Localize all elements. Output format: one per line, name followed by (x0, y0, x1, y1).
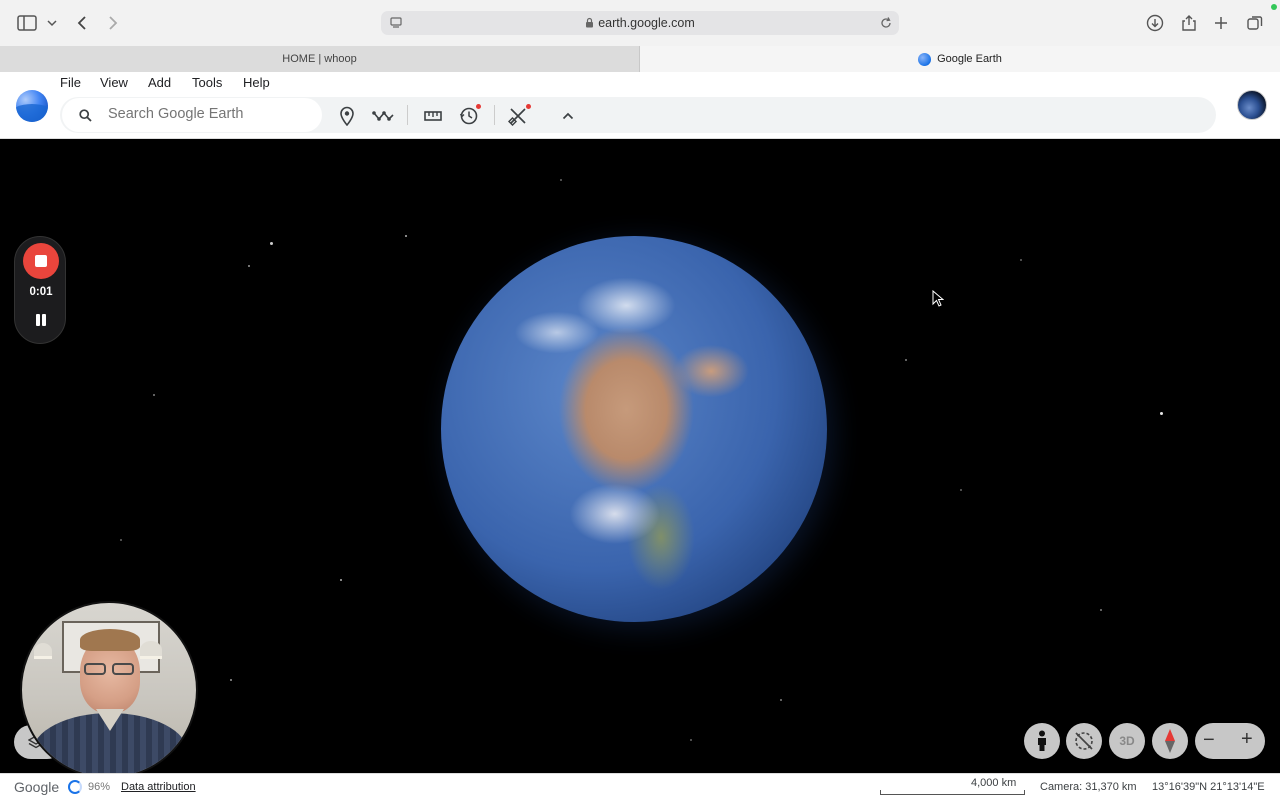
notification-dot (526, 104, 531, 109)
zoom-out-button[interactable]: − (1203, 729, 1215, 752)
notification-dot (476, 104, 481, 109)
hair (80, 629, 140, 651)
divider (407, 105, 408, 125)
address-bar[interactable]: earth.google.com (381, 11, 899, 35)
reset-tilt-button[interactable] (1066, 723, 1102, 759)
menu-file[interactable]: File (60, 75, 81, 90)
menu-tools[interactable]: Tools (192, 75, 222, 90)
chevron-down-icon[interactable] (40, 11, 64, 35)
search-input[interactable] (108, 106, 308, 122)
google-logo: Google (14, 779, 60, 795)
avatar[interactable] (1237, 90, 1267, 120)
star (905, 359, 907, 361)
lock-icon (585, 17, 594, 28)
mouse-cursor-icon (932, 290, 944, 307)
recording-time: 0:01 (29, 286, 53, 298)
earth-globe[interactable] (441, 236, 827, 622)
tab-overview-icon[interactable] (1243, 11, 1267, 35)
earth-header: File View Add Tools Help (0, 72, 1280, 139)
zoom-in-button[interactable]: + (1241, 728, 1253, 751)
zoom-controls: − + (1195, 723, 1265, 759)
scale-label: 4,000 km (971, 777, 1017, 789)
screen-recorder-widget: 0:01 (14, 236, 66, 344)
google-earth-logo-icon[interactable] (16, 90, 48, 122)
new-tab-icon[interactable] (1209, 11, 1233, 35)
draw-path-icon[interactable] (372, 105, 394, 127)
loading-spinner-icon (68, 780, 82, 794)
toggle-3d-button[interactable]: 3D (1109, 723, 1145, 759)
tab-label: Google Earth (937, 53, 1002, 65)
search-icon (79, 109, 92, 122)
star (1020, 259, 1022, 261)
url-text: earth.google.com (381, 16, 899, 30)
compass-icon (1163, 728, 1177, 754)
pegman-icon (1035, 730, 1049, 752)
collapse-chevron-icon[interactable] (557, 105, 579, 127)
camera-altitude: Camera: 31,370 km (1040, 781, 1137, 793)
star (230, 679, 232, 681)
projects-tools-icon[interactable] (507, 105, 529, 127)
tab-home-whoop[interactable]: HOME | whoop (0, 46, 654, 72)
add-placemark-icon[interactable] (336, 105, 358, 127)
star (780, 699, 782, 701)
toggle-3d-label: 3D (1119, 734, 1135, 748)
downloads-icon[interactable] (1143, 11, 1167, 35)
star (960, 489, 962, 491)
reload-icon[interactable] (879, 16, 893, 30)
glasses-left (84, 663, 106, 675)
compass-button[interactable] (1152, 723, 1188, 759)
star (560, 179, 562, 181)
data-attribution-link[interactable]: Data attribution (121, 781, 196, 793)
divider (494, 105, 495, 125)
cursor-coordinates: 13°16'39"N 21°13'14"E (1152, 781, 1265, 793)
star (120, 539, 122, 541)
lamp-shade (140, 641, 162, 659)
star (340, 579, 342, 581)
tab-label: HOME | whoop (282, 53, 357, 65)
tab-google-earth[interactable]: Google Earth (640, 46, 1280, 72)
stop-recording-button[interactable] (23, 243, 59, 279)
tab-bar: HOME | whoop Google Earth (0, 46, 1280, 72)
url-value: earth.google.com (598, 16, 695, 30)
scale-bar (880, 790, 1025, 795)
lamp-shade (34, 643, 52, 659)
star (405, 235, 407, 237)
forward-icon[interactable] (101, 11, 125, 35)
star (1100, 609, 1102, 611)
star (1160, 412, 1163, 415)
status-dot (1271, 4, 1277, 10)
star (270, 242, 273, 245)
share-icon[interactable] (1177, 11, 1201, 35)
star (248, 265, 250, 267)
pegman-button[interactable] (1024, 723, 1060, 759)
earth-toolbar (60, 97, 1216, 133)
google-earth-favicon-icon (918, 52, 932, 66)
star (153, 394, 155, 396)
star (690, 739, 692, 741)
webcam-overlay (20, 601, 198, 779)
compass-off-icon (1072, 729, 1096, 753)
menu-add[interactable]: Add (148, 75, 171, 90)
pause-recording-button[interactable] (34, 313, 48, 327)
sidebar-toggle-icon[interactable] (15, 11, 39, 35)
loading-percent: 96% (88, 781, 111, 793)
measure-icon[interactable] (422, 105, 444, 127)
menu-view[interactable]: View (100, 75, 128, 90)
back-icon[interactable] (70, 11, 94, 35)
status-bar: Google 96% Data attribution 4,000 km Cam… (0, 773, 1280, 800)
search-box[interactable] (62, 98, 322, 132)
glasses-right (112, 663, 134, 675)
browser-toolbar: earth.google.com (0, 0, 1280, 46)
menu-help[interactable]: Help (243, 75, 270, 90)
